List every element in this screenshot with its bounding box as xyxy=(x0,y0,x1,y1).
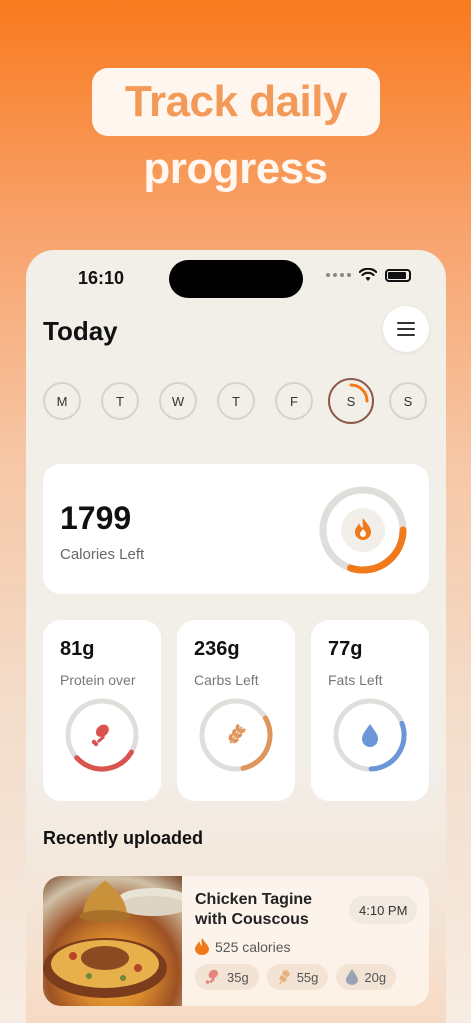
protein-card[interactable]: 81g Protein over xyxy=(43,620,161,801)
meal-fats-chip: 20g xyxy=(336,964,397,990)
fats-label: Fats Left xyxy=(328,672,383,688)
status-icons xyxy=(326,268,411,282)
drumstick-icon xyxy=(91,724,109,747)
fats-card[interactable]: 77g Fats Left xyxy=(311,620,429,801)
wheat-icon xyxy=(228,724,246,744)
flame-icon xyxy=(195,938,209,955)
signal-icon xyxy=(326,273,351,277)
water-drop-icon xyxy=(346,969,359,985)
meal-calories-text: 525 calories xyxy=(215,938,291,955)
day-friday[interactable]: F xyxy=(275,382,313,420)
wifi-icon xyxy=(359,268,377,281)
carbs-card[interactable]: 236g Carbs Left xyxy=(177,620,295,801)
protein-ring xyxy=(63,696,141,779)
menu-button[interactable] xyxy=(383,306,429,352)
calories-ring xyxy=(317,484,409,581)
protein-value: 81g xyxy=(60,638,95,660)
meal-protein-chip: 35g xyxy=(195,964,259,990)
water-drop-icon xyxy=(362,724,378,747)
day-saturday-selected[interactable]: S xyxy=(328,378,374,424)
meal-carbs-chip: 55g xyxy=(266,964,329,990)
carbs-label: Carbs Left xyxy=(194,672,259,688)
meal-photo xyxy=(43,876,187,1006)
dynamic-island xyxy=(169,260,303,298)
fats-ring xyxy=(331,696,409,779)
day-monday[interactable]: M xyxy=(43,382,81,420)
phone-screen: 16:10 Today M T W T F S S 1799 Calories … xyxy=(26,250,446,1023)
day-wednesday[interactable]: W xyxy=(159,382,197,420)
meal-macro-chips: 35g 55g 20g xyxy=(195,964,397,990)
meal-calories: 525 calories xyxy=(195,938,291,955)
drumstick-icon xyxy=(205,969,218,984)
meal-time-badge: 4:10 PM xyxy=(349,896,418,924)
calories-label: Calories Left xyxy=(60,546,145,563)
calories-value: 1799 xyxy=(60,500,132,536)
headline-line2: progress xyxy=(143,144,328,193)
day-thursday[interactable]: T xyxy=(217,382,255,420)
meal-card[interactable]: Chicken Tagine with Couscous 4:10 PM 525… xyxy=(43,876,429,1006)
carbs-value: 236g xyxy=(194,638,240,660)
fats-value: 77g xyxy=(328,638,363,660)
day-sunday[interactable]: S xyxy=(389,382,427,420)
page-title: Today xyxy=(43,316,118,346)
wheat-icon xyxy=(279,969,290,985)
status-time: 16:10 xyxy=(78,268,125,288)
calories-card[interactable]: 1799 Calories Left xyxy=(43,464,429,594)
headline-line1: Track daily xyxy=(125,77,347,126)
recently-uploaded-title: Recently uploaded xyxy=(43,828,204,848)
battery-icon xyxy=(385,268,411,282)
hamburger-menu-icon xyxy=(397,322,415,336)
protein-label: Protein over xyxy=(60,672,136,688)
carbs-ring xyxy=(197,696,275,779)
day-tuesday[interactable]: T xyxy=(101,382,139,420)
meal-name: Chicken Tagine with Couscous xyxy=(195,891,313,928)
headline-pill: Track daily xyxy=(92,68,380,136)
